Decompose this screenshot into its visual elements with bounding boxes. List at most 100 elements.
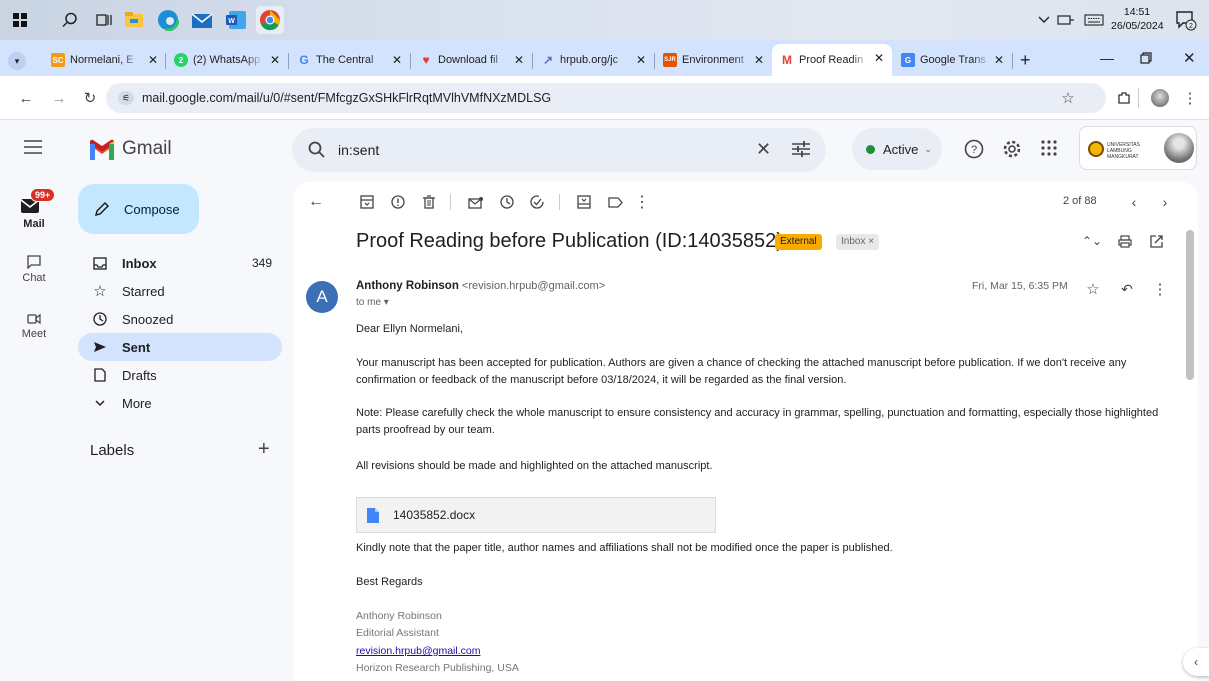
signature-email-link[interactable]: revision.hrpub@gmail.com xyxy=(356,645,480,657)
move-to-icon[interactable] xyxy=(572,190,596,214)
close-icon[interactable]: ✕ xyxy=(754,53,764,67)
tab-hrpub[interactable]: ↗ hrpub.org/jc ✕ xyxy=(533,46,654,74)
sidebar-item-starred[interactable]: ☆ Starred xyxy=(78,277,282,305)
account-switcher[interactable]: UNIVERSITAS LAMBUNG MANGKURAT xyxy=(1079,126,1197,170)
close-icon[interactable]: ✕ xyxy=(994,53,1004,67)
help-icon[interactable]: ? xyxy=(964,139,984,159)
sidebar-item-inbox[interactable]: Inbox 349 xyxy=(78,249,282,277)
inbox-label-chip[interactable]: Inbox × xyxy=(836,234,880,250)
close-icon[interactable]: ✕ xyxy=(514,53,524,67)
attachment-chip[interactable]: 14035852.docx xyxy=(356,497,716,533)
forward-icon[interactable]: → xyxy=(49,88,69,108)
new-tab-icon[interactable]: + xyxy=(1020,50,1031,71)
site-info-icon[interactable]: ⚟ xyxy=(118,91,134,105)
recipients-toggle[interactable]: to me ▾ xyxy=(356,297,389,308)
back-to-list-icon[interactable]: ← xyxy=(304,190,328,214)
expand-all-icon[interactable]: ⌃⌄ xyxy=(1080,229,1104,253)
chrome-icon[interactable] xyxy=(256,6,284,34)
external-badge: External xyxy=(775,234,822,250)
rail-mail[interactable]: 99+ Mail xyxy=(0,188,68,230)
tab-download[interactable]: ♥ Download fil ✕ xyxy=(411,46,532,74)
snooze-clock-icon[interactable] xyxy=(495,190,519,214)
reload-icon[interactable]: ↻ xyxy=(80,88,100,108)
tab-favicon: ↗ xyxy=(542,53,554,67)
close-icon[interactable]: ✕ xyxy=(270,53,280,67)
task-view-icon[interactable] xyxy=(90,6,118,34)
tab-title: The Central xyxy=(316,54,374,66)
search-icon[interactable] xyxy=(308,141,325,158)
sidebar-item-snoozed[interactable]: Snoozed xyxy=(78,305,282,333)
tab-title: Download fil xyxy=(438,54,498,66)
side-panel-toggle[interactable]: ‹ xyxy=(1183,648,1209,676)
sidebar-item-drafts[interactable]: Drafts xyxy=(78,361,282,389)
open-new-window-icon[interactable] xyxy=(1144,229,1168,253)
add-task-icon[interactable] xyxy=(526,190,550,214)
compose-button[interactable]: Compose xyxy=(78,184,199,234)
mail-app-icon[interactable] xyxy=(188,6,216,34)
search-icon[interactable] xyxy=(56,6,84,34)
chevron-up-icon[interactable] xyxy=(1034,6,1054,34)
search-input[interactable]: in:sent xyxy=(338,142,379,158)
keyboard-icon[interactable] xyxy=(1080,6,1108,34)
close-window-icon[interactable]: ✕ xyxy=(1183,49,1196,67)
settings-gear-icon[interactable] xyxy=(1002,139,1022,159)
close-icon[interactable]: ✕ xyxy=(148,53,158,67)
more-vert-icon[interactable]: ⋮ xyxy=(1180,88,1200,108)
windows-start-icon[interactable] xyxy=(6,6,34,34)
close-icon[interactable]: ✕ xyxy=(874,51,884,65)
tab-google-translate[interactable]: G Google Trans ✕ xyxy=(893,46,1012,74)
extensions-icon[interactable] xyxy=(1114,88,1134,108)
main-menu-icon[interactable] xyxy=(24,140,42,154)
delete-trash-icon[interactable] xyxy=(417,190,441,214)
tab-normelani[interactable]: SC Normelani, E ✕ xyxy=(43,46,166,74)
rail-meet[interactable]: Meet xyxy=(0,313,68,340)
close-icon[interactable]: ✕ xyxy=(636,53,646,67)
restore-icon[interactable] xyxy=(1140,52,1152,64)
tab-search-icon[interactable]: ▾ xyxy=(8,52,26,70)
sender-name[interactable]: Anthony Robinson xyxy=(356,280,459,292)
star-icon[interactable]: ☆ xyxy=(1081,277,1105,301)
rail-chat[interactable]: Chat xyxy=(0,255,68,284)
label-tag-icon[interactable] xyxy=(603,190,627,214)
add-label-icon[interactable]: + xyxy=(258,438,270,461)
tab-proof-reading[interactable]: M Proof Readin ✕ xyxy=(772,44,892,76)
minimize-icon[interactable]: — xyxy=(1100,50,1114,66)
tab-divider xyxy=(1012,53,1013,69)
edge-icon[interactable] xyxy=(154,6,182,34)
clear-search-icon[interactable]: ✕ xyxy=(756,139,771,160)
email-date: Fri, Mar 15, 6:35 PM xyxy=(972,280,1068,292)
tab-the-central[interactable]: G The Central ✕ xyxy=(289,46,410,74)
print-icon[interactable] xyxy=(1113,229,1137,253)
scrollbar-thumb[interactable] xyxy=(1186,230,1194,380)
more-vert-icon[interactable]: ⋮ xyxy=(630,190,654,214)
back-icon[interactable]: ← xyxy=(16,88,36,108)
tab-environment[interactable]: SJR Environment ✕ xyxy=(655,46,772,74)
gmail-logo[interactable]: Gmail xyxy=(88,138,172,160)
reply-icon[interactable]: ↶ xyxy=(1115,277,1139,301)
apps-grid-icon[interactable] xyxy=(1041,140,1057,156)
bookmark-star-icon[interactable]: ☆ xyxy=(1058,88,1078,108)
report-spam-icon[interactable] xyxy=(386,190,410,214)
sidebar-item-more[interactable]: More xyxy=(78,389,282,417)
profile-avatar[interactable] xyxy=(1150,88,1170,108)
word-icon[interactable]: W xyxy=(222,6,250,34)
sender-avatar[interactable]: A xyxy=(306,281,338,313)
more-vert-icon[interactable]: ⋮ xyxy=(1148,277,1172,301)
status-selector[interactable]: Active ⌄ xyxy=(852,128,942,170)
tab-whatsapp[interactable]: 2 (2) WhatsApp ✕ xyxy=(166,46,288,74)
search-options-icon[interactable] xyxy=(792,141,810,157)
search-bar[interactable]: in:sent ✕ xyxy=(292,128,826,172)
sidebar-item-sent[interactable]: Sent xyxy=(78,333,282,361)
network-icon[interactable] xyxy=(1054,6,1078,34)
clock[interactable]: 14:51 26/05/2024 xyxy=(1111,5,1164,33)
notifications-icon[interactable]: 2 xyxy=(1172,6,1200,34)
close-icon[interactable]: ✕ xyxy=(392,53,402,67)
mark-unread-icon[interactable] xyxy=(464,190,488,214)
file-explorer-icon[interactable] xyxy=(120,6,148,34)
older-chevron-icon[interactable]: › xyxy=(1153,190,1177,214)
newer-chevron-icon[interactable]: ‹ xyxy=(1122,190,1146,214)
gmail-m-icon xyxy=(89,139,115,160)
signature-company: Horizon Research Publishing, USA xyxy=(356,662,519,674)
archive-icon[interactable] xyxy=(355,190,379,214)
address-bar[interactable]: ⚟ mail.google.com/mail/u/0/#sent/FMfcgzG… xyxy=(106,83,1106,113)
